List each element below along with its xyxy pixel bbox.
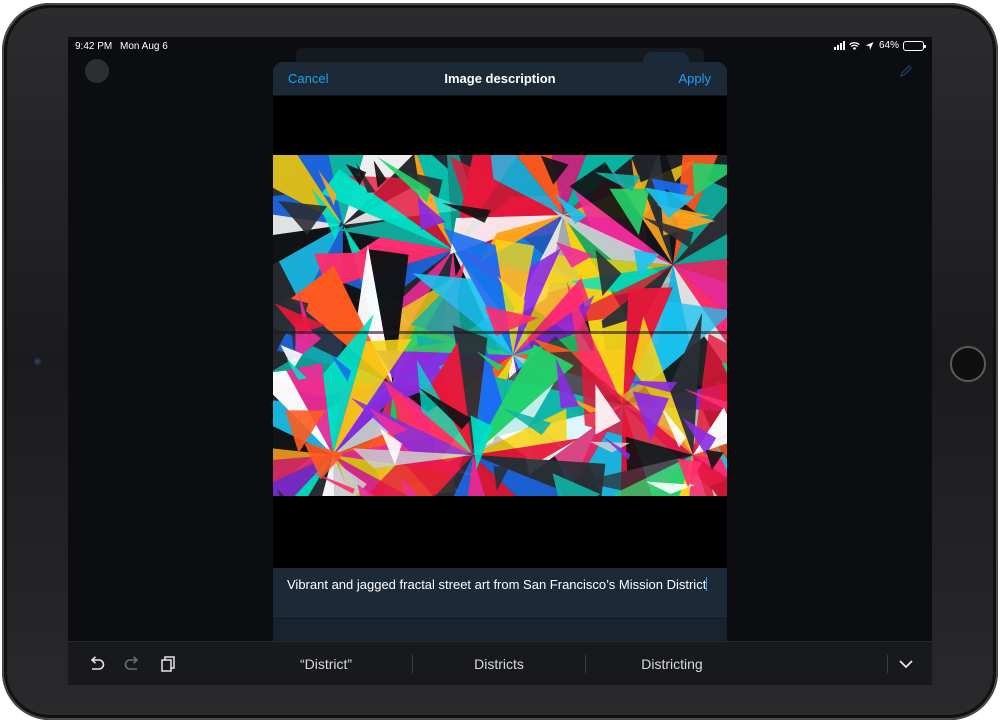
status-indicators: 64% [833, 40, 926, 51]
undo-icon[interactable] [87, 654, 107, 674]
front-camera [33, 357, 42, 366]
description-textarea[interactable]: Vibrant and jagged fractal street art fr… [273, 568, 727, 618]
dialog-title: Image description [444, 71, 556, 86]
description-text: Vibrant and jagged fractal street art fr… [287, 577, 707, 592]
compose-pen-icon [899, 64, 913, 78]
status-time: 9:42 PM [75, 41, 113, 52]
art-wall-seam [273, 331, 727, 334]
image-description-dialog: Cancel Image description Apply Vibrant a… [273, 62, 727, 685]
signal-icon [833, 41, 845, 50]
redo-icon[interactable] [122, 654, 142, 674]
image-preview-area [273, 96, 727, 568]
apply-button[interactable]: Apply [678, 71, 711, 86]
wifi-icon [849, 41, 860, 50]
dialog-header: Cancel Image description Apply [273, 62, 727, 96]
suggestion-1[interactable]: “District” [240, 642, 412, 685]
text-caret [706, 577, 708, 591]
dismiss-keyboard-icon[interactable] [896, 654, 916, 674]
status-date: Mon Aug 6 [120, 41, 168, 52]
battery-icon [903, 40, 926, 51]
background-avatar [85, 59, 109, 83]
suggestion-2[interactable]: Districts [413, 642, 585, 685]
suggestion-3[interactable]: Districting [586, 642, 758, 685]
location-icon [865, 41, 874, 50]
keyboard-shortcut-bar: “District” Districts Districting [68, 641, 932, 685]
battery-percentage: 64% [878, 40, 899, 51]
screen: 9:42 PM Mon Aug 6 64% Cancel Image descr… [68, 37, 932, 685]
home-button[interactable] [950, 346, 986, 382]
paste-icon[interactable] [158, 654, 178, 674]
street-art-image [273, 155, 727, 496]
dismiss-divider [887, 655, 888, 673]
